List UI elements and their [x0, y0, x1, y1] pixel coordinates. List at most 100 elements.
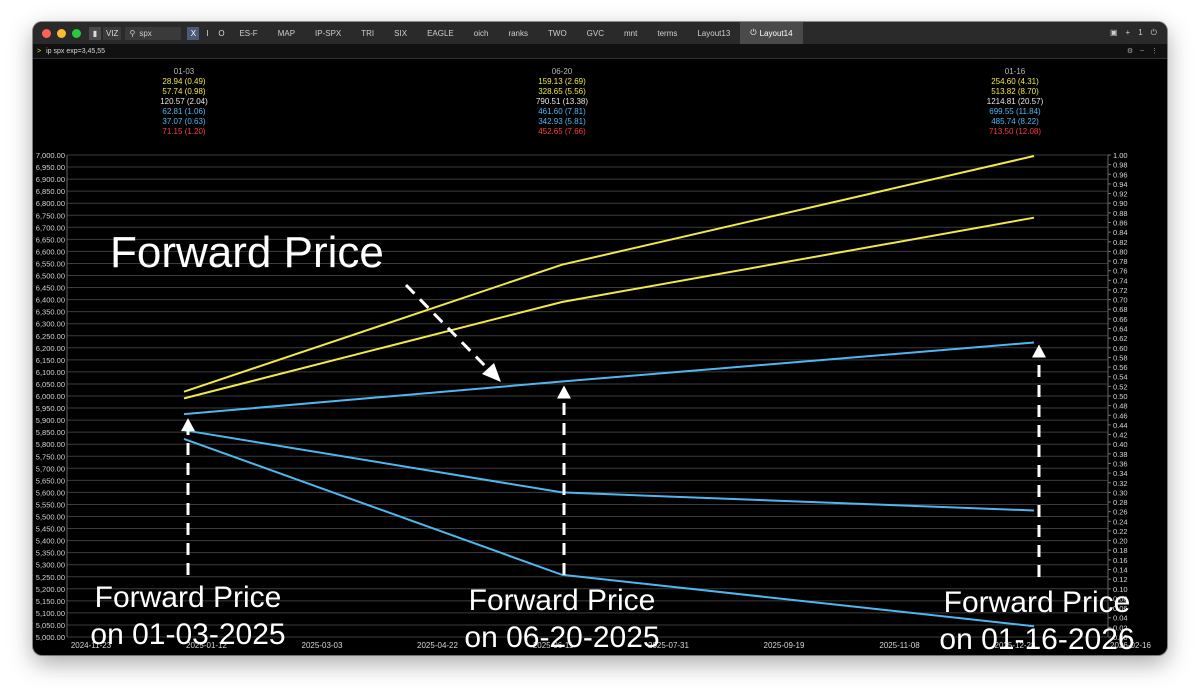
- forward-price-chart: 7,000.00 6,950.00 6,900.00 6,850.00 6,800.00…: [36, 151, 1152, 655]
- y2-tick-label: 0.28: [1113, 498, 1128, 507]
- x-tick-label: 2025-11-08: [879, 641, 920, 650]
- y2-tick-label: 0.32: [1113, 479, 1128, 488]
- y-tick-label: 5,700.00: [36, 464, 65, 473]
- y-tick-label: 6,300.00: [36, 320, 65, 329]
- y-tick-label: 6,900.00: [36, 175, 65, 184]
- y-tick-label: 6,250.00: [36, 332, 65, 341]
- y2-tick-label: 0.46: [1113, 411, 1128, 420]
- y2-tick-label: 0.78: [1113, 257, 1128, 266]
- y2-tick-label: 0.84: [1113, 228, 1128, 237]
- forward-label-3-line2: on 01-16-2026: [939, 623, 1134, 655]
- forward-price-annotation: Forward Price: [110, 228, 384, 277]
- y-tick-label: 5,900.00: [36, 416, 65, 425]
- y-tick-label: 5,650.00: [36, 476, 65, 485]
- y2-tick-label: 0.92: [1113, 190, 1128, 199]
- y-tick-label: 6,050.00: [36, 380, 65, 389]
- y-tick-label: 5,200.00: [36, 585, 65, 594]
- forward-pointer-shaft: [404, 283, 491, 372]
- y2-tick-label: 0.96: [1113, 170, 1128, 179]
- y-tick-label: 6,600.00: [36, 247, 65, 256]
- y2-tick-label: 0.26: [1113, 508, 1128, 517]
- y2-tick-label: 0.24: [1113, 517, 1128, 526]
- y2-tick-label: 1.00: [1113, 151, 1128, 160]
- y-tick-label: 6,500.00: [36, 272, 65, 281]
- y-tick-label: 5,300.00: [36, 561, 65, 570]
- y-tick-label: 5,500.00: [36, 513, 65, 522]
- y-tick-label: 6,850.00: [36, 187, 65, 196]
- app-window: ▮ VIZ ⚲ spx X I O ES-F MAP IP-SPX TRI SIX EAG…: [33, 22, 1167, 655]
- y2-tick-label: 0.58: [1113, 353, 1128, 362]
- y-tick-label: 6,750.00: [36, 211, 65, 220]
- y-tick-label: 5,800.00: [36, 440, 65, 449]
- y-tick-label: 6,550.00: [36, 259, 65, 268]
- y2-tick-label: 0.50: [1113, 392, 1128, 401]
- y2-tick-label: 0.14: [1113, 566, 1128, 575]
- y-tick-label: 5,000.00: [36, 633, 65, 642]
- y2-tick-label: 0.90: [1113, 199, 1128, 208]
- y2-tick-label: 0.54: [1113, 373, 1128, 382]
- y-tick-label: 7,000.00: [36, 151, 65, 160]
- forward-label-2-line1: Forward Price: [469, 584, 656, 617]
- y-tick-label: 6,350.00: [36, 308, 65, 317]
- series-line-3: [183, 429, 1035, 512]
- y2-tick-label: 0.56: [1113, 363, 1128, 372]
- y2-tick-label: 0.68: [1113, 305, 1128, 314]
- y2-tick-label: 0.34: [1113, 469, 1128, 478]
- y2-tick-label: 0.42: [1113, 431, 1128, 440]
- y-tick-label: 5,350.00: [36, 549, 65, 558]
- forward-pointer-head: [482, 363, 501, 382]
- y2-tick-label: 0.62: [1113, 334, 1128, 343]
- y2-tick-label: 0.72: [1113, 286, 1128, 295]
- y2-tick-label: 0.76: [1113, 267, 1128, 276]
- y-tick-label: 5,750.00: [36, 452, 65, 461]
- y-tick-label: 6,800.00: [36, 199, 65, 208]
- forward-label-2-line2: on 06-20-2025: [464, 621, 659, 654]
- arrow-forward-06-20-head: [557, 385, 571, 399]
- x-tick-label: 2025-04-22: [417, 641, 458, 650]
- y2-tick-label: 0.82: [1113, 238, 1128, 247]
- y-tick-label: 6,400.00: [36, 296, 65, 305]
- y2-tick-label: 0.12: [1113, 575, 1128, 584]
- y-tick-label: 5,600.00: [36, 488, 65, 497]
- y-tick-label: 5,250.00: [36, 573, 65, 582]
- y2-tick-label: 0.44: [1113, 421, 1128, 430]
- y-tick-label: 5,100.00: [36, 609, 65, 618]
- y2-tick-label: 0.30: [1113, 488, 1128, 497]
- y-tick-label: 6,000.00: [36, 392, 65, 401]
- y-tick-label: 6,650.00: [36, 235, 65, 244]
- y2-tick-label: 0.48: [1113, 402, 1128, 411]
- y2-tick-label: 0.38: [1113, 450, 1128, 459]
- y-tick-label: 5,400.00: [36, 537, 65, 546]
- y2-tick-label: 0.18: [1113, 546, 1128, 555]
- x-tick-label: 2025-03-03: [302, 641, 343, 650]
- y2-tick-label: 0.64: [1113, 325, 1128, 334]
- forward-label-1-line1: Forward Price: [95, 581, 282, 614]
- y2-tick-label: 0.74: [1113, 276, 1128, 285]
- forward-label-3-line1: Forward Price: [944, 586, 1131, 619]
- y-tick-label: 5,450.00: [36, 525, 65, 534]
- y-tick-label: 6,450.00: [36, 284, 65, 293]
- x-tick-label: 2025-09-19: [764, 641, 805, 650]
- y2-tick-label: 0.88: [1113, 209, 1128, 218]
- y-tick-label: 6,950.00: [36, 163, 65, 172]
- y2-tick-label: 0.66: [1113, 315, 1128, 324]
- y2-tick-label: 0.16: [1113, 556, 1128, 565]
- y2-tick-label: 0.98: [1113, 161, 1128, 170]
- y2-tick-label: 0.80: [1113, 247, 1128, 256]
- y2-tick-label: 0.52: [1113, 382, 1128, 391]
- y-tick-label: 5,150.00: [36, 597, 65, 606]
- y-tick-label: 5,550.00: [36, 500, 65, 509]
- y-tick-label: 6,700.00: [36, 223, 65, 232]
- y2-tick-label: 0.60: [1113, 344, 1128, 353]
- y-tick-label: 6,100.00: [36, 368, 65, 377]
- y2-tick-label: 0.40: [1113, 440, 1128, 449]
- y2-tick-label: 0.70: [1113, 296, 1128, 305]
- y2-tick-label: 0.94: [1113, 180, 1128, 189]
- y-tick-label: 5,050.00: [36, 621, 65, 630]
- y-tick-label: 5,950.00: [36, 404, 65, 413]
- arrow-forward-01-16-head: [1032, 344, 1046, 358]
- y-tick-label: 6,150.00: [36, 356, 65, 365]
- y2-tick-label: 0.36: [1113, 459, 1128, 468]
- series-line-2: [183, 341, 1035, 416]
- forward-label-1-line2: on 01-03-2025: [90, 618, 285, 651]
